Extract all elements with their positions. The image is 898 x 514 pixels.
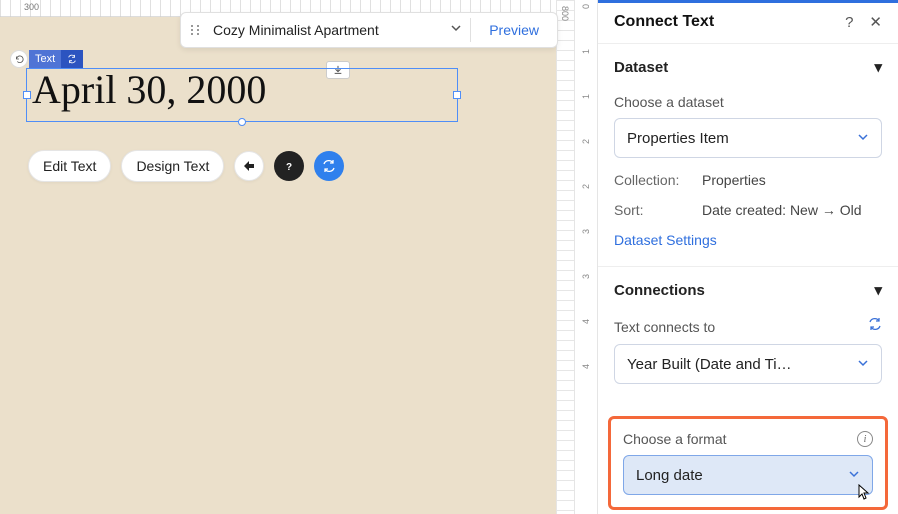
connects-to-label: Text connects to [614, 319, 715, 335]
dataset-header-label: Dataset [614, 59, 668, 76]
format-highlight-block: Choose a format i Long date [608, 416, 888, 510]
connections-section-header[interactable]: Connections ▾ [598, 266, 898, 313]
badge-label: Text [29, 53, 61, 65]
collection-key: Collection: [614, 172, 694, 188]
drag-handle-icon[interactable] [181, 24, 209, 36]
resize-handle-left[interactable] [23, 91, 31, 99]
edit-text-button[interactable]: Edit Text [28, 150, 111, 182]
ruler-num: 1 [581, 49, 591, 54]
help-icon[interactable]: ? [845, 14, 853, 31]
format-select-value: Long date [636, 467, 703, 484]
format-label-text: Choose a format [623, 431, 727, 447]
connect-text-panel: Connect Text ? ✕ Dataset ▾ Choose a data… [598, 0, 898, 514]
sync-icon[interactable] [868, 317, 882, 336]
editor-canvas[interactable]: 300 800 Cozy Minimalist Apartment Previe… [0, 0, 574, 514]
ruler-v-label: 800 [560, 6, 570, 21]
chevron-down-icon [848, 467, 860, 484]
sort-value: Date created: New → Old [702, 202, 862, 218]
ruler-num: 2 [581, 184, 591, 189]
ruler-num: 3 [581, 229, 591, 234]
undo-button[interactable] [10, 50, 28, 68]
caret-down-icon: ▾ [874, 58, 882, 76]
choose-format-label: Choose a format i [623, 431, 873, 447]
dataset-select[interactable]: Properties Item [614, 118, 882, 158]
dataset-select-value: Properties Item [627, 130, 729, 147]
connects-to-select[interactable]: Year Built (Date and Ti… [614, 344, 882, 384]
ruler-num: 4 [581, 364, 591, 369]
connect-data-button[interactable] [314, 151, 344, 181]
ruler-num: 0 [581, 4, 591, 9]
dataset-section-header[interactable]: Dataset ▾ [598, 43, 898, 90]
preview-button[interactable]: Preview [471, 22, 557, 38]
resize-handle-right[interactable] [453, 91, 461, 99]
panel-header: Connect Text ? ✕ [598, 3, 898, 43]
collection-value: Properties [702, 172, 766, 188]
format-select[interactable]: Long date [623, 455, 873, 495]
right-container: 0 1 1 2 2 3 3 4 4 Connect Text ? ✕ Datas… [574, 0, 898, 514]
page-switcher-bar: Cozy Minimalist Apartment Preview [180, 12, 558, 48]
caret-down-icon: ▾ [874, 281, 882, 299]
page-title[interactable]: Cozy Minimalist Apartment [209, 22, 442, 38]
info-icon[interactable]: i [857, 431, 873, 447]
dataset-settings-link[interactable]: Dataset Settings [614, 232, 717, 248]
ruler-num: 3 [581, 274, 591, 279]
dataset-section: Choose a dataset Properties Item Collect… [598, 90, 898, 266]
ruler-num: 2 [581, 139, 591, 144]
ruler-num: 1 [581, 94, 591, 99]
ruler-num: 4 [581, 319, 591, 324]
svg-text:?: ? [286, 162, 292, 173]
panel-ruler: 0 1 1 2 2 3 3 4 4 [574, 0, 598, 514]
chevron-down-icon [857, 356, 869, 373]
chevron-down-icon [857, 130, 869, 147]
connects-to-value: Year Built (Date and Ti… [627, 356, 792, 373]
ruler-tick-label: 300 [24, 2, 39, 12]
animation-button[interactable] [234, 151, 264, 181]
close-icon[interactable]: ✕ [869, 13, 882, 31]
floating-toolbar: Edit Text Design Text ? [28, 150, 344, 182]
collection-row: Collection: Properties [614, 172, 882, 188]
panel-title: Connect Text [614, 13, 714, 31]
ruler-vertical-right [556, 0, 574, 514]
help-button[interactable]: ? [274, 151, 304, 181]
resize-handle-bottom[interactable] [238, 118, 246, 126]
connections-header-label: Connections [614, 282, 705, 299]
sort-key: Sort: [614, 202, 694, 218]
connections-section: Text connects to Year Built (Date and Ti… [598, 313, 898, 400]
text-element[interactable]: April 30, 2000 [32, 66, 266, 113]
choose-dataset-label: Choose a dataset [614, 94, 882, 110]
design-text-button[interactable]: Design Text [121, 150, 224, 182]
chevron-down-icon[interactable] [442, 21, 470, 39]
sort-row: Sort: Date created: New → Old [614, 202, 882, 218]
